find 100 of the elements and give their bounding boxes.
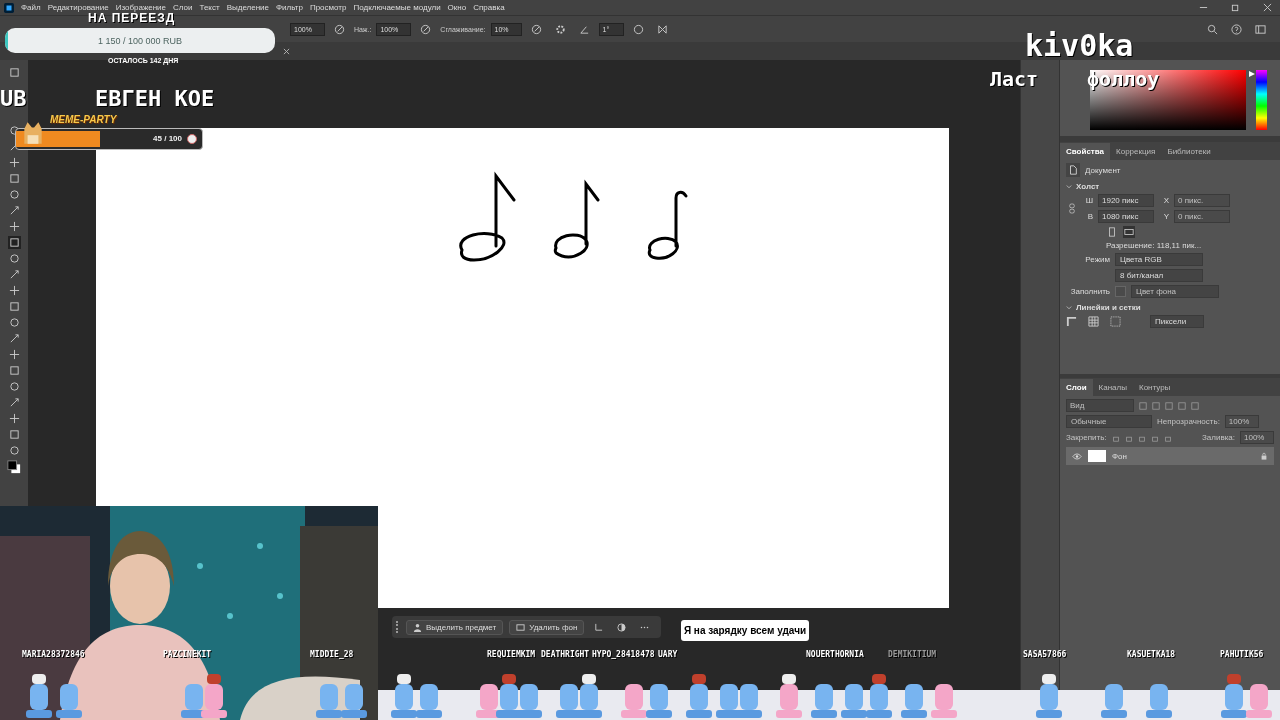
width-field[interactable]: 1920 пикс bbox=[1098, 194, 1154, 207]
select-subject-button[interactable]: Выделить предмет bbox=[406, 619, 504, 635]
chatter-name: NOUERTHORNIA bbox=[806, 650, 864, 659]
ticker-text: UB bbox=[0, 86, 27, 111]
image-icon bbox=[516, 622, 526, 632]
menu-item[interactable]: Выделение bbox=[226, 3, 269, 12]
width-label: Ш bbox=[1084, 196, 1093, 205]
section-header[interactable]: Линейки и сетки bbox=[1066, 301, 1274, 312]
depth-dropdown[interactable]: 8 бит/канал bbox=[1115, 269, 1203, 282]
tool-icon[interactable] bbox=[7, 66, 21, 79]
tool-icon[interactable] bbox=[7, 444, 21, 457]
height-field[interactable]: 1080 пикс bbox=[1098, 210, 1154, 223]
settings-icon[interactable] bbox=[554, 23, 566, 35]
search-icon[interactable] bbox=[1207, 23, 1218, 35]
menu-item[interactable]: Просмотр bbox=[309, 3, 347, 12]
visibility-icon[interactable] bbox=[1072, 452, 1082, 460]
tool-icon[interactable] bbox=[7, 348, 21, 361]
mode-label: Режим bbox=[1084, 255, 1110, 264]
document-label: Документ bbox=[1085, 165, 1121, 175]
tool-icon[interactable] bbox=[7, 316, 21, 329]
coin-icon bbox=[187, 134, 197, 144]
panel-tab[interactable]: Свойства bbox=[1060, 142, 1111, 160]
panel-tab[interactable]: Каналы bbox=[1092, 378, 1133, 396]
chatter-name: HYPO_28418478 bbox=[592, 650, 655, 659]
layer-name: Фон bbox=[1112, 451, 1127, 461]
chevron-icon[interactable] bbox=[1066, 304, 1072, 311]
document-icon bbox=[1066, 163, 1080, 177]
units-dropdown[interactable]: Пиксели bbox=[1150, 315, 1204, 328]
layer-thumbnail bbox=[1088, 450, 1106, 462]
landscape-icon[interactable] bbox=[1123, 226, 1135, 238]
section-header[interactable]: Холст bbox=[1066, 180, 1274, 191]
chatter-name: DEATHRIGHT bbox=[541, 650, 590, 659]
pressure-size-icon[interactable] bbox=[633, 23, 645, 35]
tool-icon[interactable] bbox=[7, 300, 21, 313]
pressure-icon[interactable] bbox=[333, 23, 345, 35]
fill-field: 100% bbox=[1240, 431, 1274, 444]
crop-icon[interactable] bbox=[594, 622, 604, 632]
workspace-icon[interactable] bbox=[1255, 23, 1266, 35]
tool-icon[interactable] bbox=[7, 428, 21, 441]
grid-icon[interactable] bbox=[1088, 316, 1099, 327]
panel-tab[interactable]: Коррекция bbox=[1110, 142, 1162, 160]
menu-item[interactable]: Редактирование bbox=[47, 3, 109, 12]
chatter-name: REQUIEMKIM bbox=[487, 650, 536, 659]
portrait-icon[interactable] bbox=[1106, 226, 1118, 238]
tool-icon[interactable] bbox=[7, 220, 21, 233]
menu-item[interactable]: Слои bbox=[173, 3, 193, 12]
menu-item[interactable]: Справка bbox=[473, 3, 505, 12]
fill-swatch[interactable] bbox=[1115, 286, 1126, 297]
adjustment-icon[interactable] bbox=[617, 622, 627, 632]
tab-close-icon[interactable] bbox=[283, 47, 290, 55]
pressure-icon[interactable] bbox=[530, 23, 542, 35]
tool-icon[interactable] bbox=[7, 364, 21, 377]
goal-amount: 1 150 / 100 000 RUB bbox=[97, 35, 183, 46]
layer-row[interactable]: Фон bbox=[1066, 447, 1274, 465]
tool-icon[interactable] bbox=[7, 380, 21, 393]
menu-item[interactable]: Файл bbox=[21, 3, 41, 12]
opacity-label: Непрозрачность: bbox=[1157, 417, 1220, 426]
chatter-name: KASUETKA18 bbox=[1127, 650, 1176, 659]
chatter-name: MIDDIE_28 bbox=[310, 650, 354, 659]
last-follow-label: Ласт bbox=[990, 67, 1039, 91]
color-swatches-icon[interactable] bbox=[7, 460, 21, 474]
butterfly-icon[interactable] bbox=[657, 23, 669, 35]
ticker-text: ЕВГЕН КОЕ bbox=[95, 86, 215, 111]
fill-label: Заливка: bbox=[1202, 433, 1235, 442]
tool-icon[interactable] bbox=[7, 252, 21, 265]
tool-icon[interactable] bbox=[7, 172, 21, 185]
panel-tab[interactable]: Библиотеки bbox=[1161, 142, 1217, 160]
chatter-name: SASA57866 bbox=[1023, 650, 1067, 659]
tool-icon[interactable] bbox=[7, 236, 21, 249]
tool-icon[interactable] bbox=[7, 412, 21, 425]
tool-icon[interactable] bbox=[7, 156, 21, 169]
close-icon[interactable] bbox=[1263, 3, 1272, 12]
chatter-name: PAHUTIK56 bbox=[1220, 650, 1264, 659]
menu-item[interactable]: Подключаемые модули bbox=[353, 3, 441, 12]
chatter-name: DEMIKITIUM bbox=[888, 650, 937, 659]
goal-title: НА ПЕРЕЕЗД bbox=[88, 11, 176, 25]
restore-icon[interactable] bbox=[1231, 3, 1240, 12]
menu-item[interactable]: Текст bbox=[199, 3, 220, 12]
help-icon[interactable] bbox=[1231, 23, 1242, 35]
mode-dropdown[interactable]: Цвета RGB bbox=[1115, 253, 1203, 266]
chatter-name: MARIA28372846 bbox=[22, 650, 85, 659]
resolution-text: Разрешение: 118,11 пик... bbox=[1106, 241, 1202, 250]
y-field: 0 пикс. bbox=[1174, 210, 1230, 223]
chevron-icon[interactable] bbox=[1066, 183, 1072, 190]
pressure-icon[interactable] bbox=[420, 23, 432, 35]
meme-count: 45 / 100 bbox=[153, 134, 182, 143]
panel-tab[interactable]: Слои bbox=[1060, 378, 1093, 396]
remove-background-button[interactable]: Удалить фон bbox=[509, 619, 585, 635]
ruler-icon[interactable] bbox=[1066, 316, 1077, 327]
person-icon bbox=[413, 622, 422, 632]
menu-item[interactable]: Изображение bbox=[115, 3, 167, 12]
tool-icon[interactable] bbox=[7, 188, 21, 201]
opacity-field: 100% bbox=[1224, 415, 1259, 428]
chatter-name: UARY bbox=[658, 650, 678, 659]
menu-item[interactable]: Окно bbox=[447, 3, 467, 12]
link-icon[interactable] bbox=[1069, 203, 1075, 214]
menu-item[interactable]: Фильтр bbox=[276, 3, 303, 12]
layer-search-field[interactable]: Вид bbox=[1066, 399, 1134, 412]
panel-tab[interactable]: Контуры bbox=[1132, 378, 1177, 396]
tool-icon[interactable] bbox=[7, 284, 21, 297]
